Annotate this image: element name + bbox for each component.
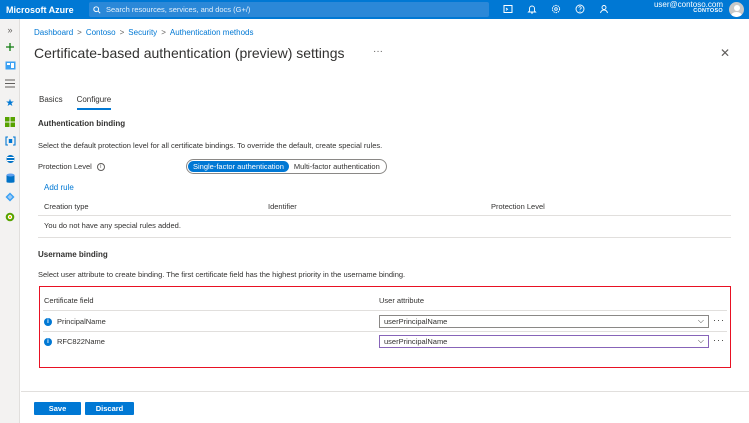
select-value: userPrincipalName xyxy=(384,317,448,326)
user-account[interactable]: user@contoso.com CONTOSO xyxy=(654,0,723,15)
info-icon[interactable]: i xyxy=(96,162,105,171)
feedback-icon[interactable] xyxy=(598,3,610,15)
grid-divider xyxy=(38,237,731,238)
breadcrumb: Dashboard > Contoso > Security > Authent… xyxy=(34,28,253,37)
single-factor-option[interactable]: Single-factor authentication xyxy=(188,161,289,172)
app-services-icon[interactable] xyxy=(3,153,17,165)
binding-row-rfc822name: i RFC822Name xyxy=(44,337,105,346)
row-more-options-icon[interactable]: ··· xyxy=(713,315,725,325)
user-tenant: CONTOSO xyxy=(693,8,723,15)
page-title: Certificate-based authentication (previe… xyxy=(34,45,345,61)
username-binding-title: Username binding xyxy=(38,250,108,259)
search-placeholder: Search resources, services, and docs (G+… xyxy=(106,5,251,14)
empty-rules-message: You do not have any special rules added. xyxy=(44,221,181,230)
main-content: Dashboard > Contoso > Security > Authent… xyxy=(21,19,749,423)
protection-level-toggle: Single-factor authentication Multi-facto… xyxy=(186,159,387,174)
settings-icon[interactable] xyxy=(550,3,562,15)
auth-binding-title: Authentication binding xyxy=(38,119,126,128)
cloud-shell-icon[interactable] xyxy=(502,3,514,15)
protection-level-label: Protection Level i xyxy=(38,162,105,171)
search-icon xyxy=(93,5,101,14)
toolbar-icons xyxy=(502,3,610,15)
home-icon[interactable] xyxy=(3,59,17,71)
close-icon[interactable]: ✕ xyxy=(720,46,730,60)
breadcrumb-separator: > xyxy=(119,28,125,37)
grid-divider xyxy=(43,310,727,311)
sql-databases-icon[interactable] xyxy=(3,172,17,184)
expand-menu-icon[interactable]: » xyxy=(3,24,17,36)
certificate-field-label: PrincipalName xyxy=(57,317,106,326)
auth-binding-description: Select the default protection level for … xyxy=(38,141,383,150)
brand-name[interactable]: Microsoft Azure xyxy=(0,5,86,15)
column-protection-level: Protection Level xyxy=(491,202,545,211)
protection-level-text: Protection Level xyxy=(38,162,92,171)
help-icon[interactable] xyxy=(574,3,586,15)
search-box[interactable]: Search resources, services, and docs (G+… xyxy=(89,2,489,17)
save-button[interactable]: Save xyxy=(34,402,81,415)
column-identifier: Identifier xyxy=(268,202,297,211)
grid-divider xyxy=(38,215,731,216)
footer-divider xyxy=(21,391,749,392)
breadcrumb-separator: > xyxy=(161,28,166,37)
breadcrumb-authentication-methods[interactable]: Authentication methods xyxy=(170,28,254,37)
row-more-options-icon[interactable]: ··· xyxy=(713,335,725,345)
grid-divider xyxy=(43,331,727,332)
add-rule-link[interactable]: Add rule xyxy=(44,183,74,192)
multi-factor-option[interactable]: Multi-factor authentication xyxy=(289,161,385,172)
monitor-icon[interactable] xyxy=(3,211,17,223)
tab-configure[interactable]: Configure xyxy=(76,95,112,110)
all-services-icon[interactable] xyxy=(3,77,17,89)
left-rail: » ★ xyxy=(0,19,20,423)
avatar[interactable] xyxy=(729,2,744,17)
virtual-machines-icon[interactable] xyxy=(3,191,17,203)
dashboard-grid-icon[interactable] xyxy=(3,116,17,128)
breadcrumb-dashboard[interactable]: Dashboard xyxy=(34,28,73,37)
chevron-down-icon: ⌵ xyxy=(697,336,704,345)
certificate-field-label: RFC822Name xyxy=(57,337,105,346)
column-user-attribute: User attribute xyxy=(379,296,425,305)
create-resource-icon[interactable] xyxy=(3,41,17,53)
binding-row-principalname: i PrincipalName xyxy=(44,317,106,326)
tab-basics[interactable]: Basics xyxy=(39,95,63,110)
username-binding-description: Select user attribute to create binding.… xyxy=(38,270,406,279)
info-icon[interactable]: i xyxy=(44,317,52,326)
user-attribute-select[interactable]: userPrincipalName ⌵ xyxy=(379,335,709,348)
breadcrumb-security[interactable]: Security xyxy=(128,28,157,37)
info-icon[interactable]: i xyxy=(44,337,52,346)
column-certificate-field: Certificate field xyxy=(44,296,94,305)
select-value: userPrincipalName xyxy=(384,337,448,346)
tab-bar: Basics Configure xyxy=(39,95,112,110)
breadcrumb-contoso[interactable]: Contoso xyxy=(86,28,116,37)
resource-groups-icon[interactable] xyxy=(3,135,17,147)
chevron-down-icon: ⌵ xyxy=(697,316,704,325)
user-attribute-select[interactable]: userPrincipalName ⌵ xyxy=(379,315,709,328)
more-options-icon[interactable]: ··· xyxy=(373,46,383,57)
discard-button[interactable]: Discard xyxy=(85,402,134,415)
notifications-icon[interactable] xyxy=(526,3,538,15)
column-creation-type: Creation type xyxy=(44,202,89,211)
favorites-star-icon[interactable]: ★ xyxy=(3,97,17,109)
breadcrumb-separator: > xyxy=(77,28,82,37)
top-bar: Microsoft Azure Search resources, servic… xyxy=(0,0,749,19)
